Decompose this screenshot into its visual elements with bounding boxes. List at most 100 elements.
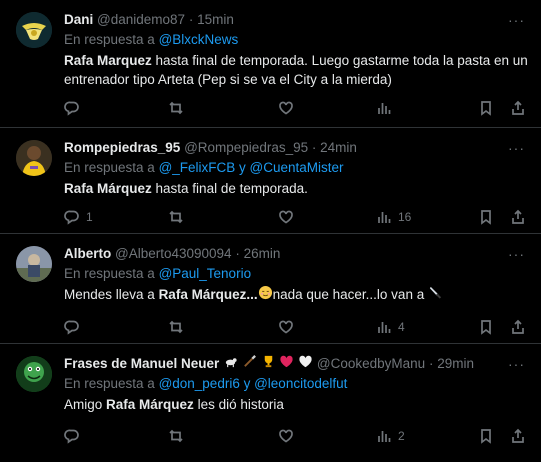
share-button[interactable] bbox=[510, 317, 526, 337]
mention-link[interactable]: @leoncitodelfut bbox=[254, 376, 347, 391]
white-heart-emoji bbox=[298, 354, 313, 375]
bookmark-button[interactable] bbox=[478, 317, 494, 337]
like-icon bbox=[279, 210, 293, 224]
views-button[interactable]: 16 bbox=[376, 207, 411, 227]
views-icon bbox=[378, 212, 391, 223]
share-icon bbox=[512, 319, 524, 334]
share-icon bbox=[512, 428, 524, 443]
reply-conjunction: y bbox=[239, 376, 255, 391]
author-handle[interactable]: @CookedbyManu bbox=[317, 356, 425, 371]
timestamp[interactable]: 15min bbox=[197, 12, 234, 27]
views-icon bbox=[378, 431, 391, 442]
like-icon bbox=[279, 320, 293, 334]
goat-emoji bbox=[223, 354, 238, 375]
separator-dot: · bbox=[235, 246, 240, 261]
retweet-icon bbox=[169, 101, 183, 115]
reply-button[interactable] bbox=[64, 98, 86, 118]
avatar[interactable] bbox=[16, 356, 52, 392]
reply-context: En respuesta a @_FelixFCB y @CuentaMiste… bbox=[64, 158, 531, 178]
like-icon bbox=[279, 101, 293, 115]
like-button[interactable] bbox=[278, 426, 300, 446]
reply-icon bbox=[64, 210, 79, 225]
red-heart-emoji bbox=[279, 354, 294, 375]
author-name[interactable]: Rompepiedras_95 bbox=[64, 140, 180, 155]
timestamp[interactable]: 24min bbox=[320, 140, 357, 155]
mention-link[interactable]: @Paul_Tenorio bbox=[159, 266, 252, 281]
bookmark-button[interactable] bbox=[478, 98, 494, 118]
bookmark-button[interactable] bbox=[478, 207, 494, 227]
share-icon bbox=[512, 209, 524, 224]
retweet-button[interactable] bbox=[168, 98, 190, 118]
retweet-button[interactable] bbox=[168, 207, 190, 227]
views-count: 2 bbox=[398, 429, 405, 443]
views-button[interactable] bbox=[376, 98, 398, 118]
author-handle[interactable]: @Rompepiedras_95 bbox=[184, 140, 308, 155]
tweet-header: Rompepiedras_95 @Rompepiedras_95 · 24min bbox=[64, 138, 531, 158]
tweet-text: Amigo Rafa Márquez les dió historia bbox=[64, 395, 531, 414]
share-button[interactable] bbox=[510, 426, 526, 446]
tweet[interactable]: Dani @danidemo87 · 15min ··· En respuest… bbox=[0, 0, 541, 128]
more-icon[interactable]: ··· bbox=[508, 12, 525, 28]
action-bar: 4 bbox=[64, 317, 527, 337]
like-button[interactable] bbox=[278, 207, 300, 227]
reply-prefix: En respuesta a bbox=[64, 266, 159, 281]
tweet-text: Mendes lleva a Rafa Márquez... nada que h… bbox=[64, 285, 531, 305]
reply-button[interactable] bbox=[64, 426, 86, 446]
like-icon bbox=[279, 429, 293, 443]
retweet-icon bbox=[169, 320, 183, 334]
more-icon[interactable]: ··· bbox=[508, 356, 525, 372]
tweet-text-content: hasta final de temporada. bbox=[151, 181, 308, 196]
reply-context: En respuesta a @don_pedri6 y @leoncitode… bbox=[64, 374, 531, 394]
tweet-header: Alberto @Alberto43090094 · 26min bbox=[64, 244, 531, 264]
bookmark-button[interactable] bbox=[478, 426, 494, 446]
reply-feed: Dani @danidemo87 · 15min ··· En respuest… bbox=[0, 0, 541, 462]
mention-link[interactable]: @_FelixFCB bbox=[159, 160, 236, 175]
views-button[interactable]: 4 bbox=[376, 317, 405, 337]
avatar[interactable] bbox=[16, 246, 52, 282]
reply-icon bbox=[64, 101, 79, 116]
tweet-text-content: les dió historia bbox=[193, 397, 284, 412]
tweet-text-lead: Amigo bbox=[64, 397, 107, 412]
views-button[interactable]: 2 bbox=[376, 426, 405, 446]
mention-link[interactable]: @CuentaMister bbox=[250, 160, 344, 175]
mention-link[interactable]: @BlxckNews bbox=[159, 32, 239, 47]
timestamp[interactable]: 29min bbox=[437, 356, 474, 371]
tweet-body: Rompepiedras_95 @Rompepiedras_95 · 24min… bbox=[64, 138, 531, 198]
knife-emoji bbox=[428, 285, 443, 305]
reply-button[interactable] bbox=[64, 317, 86, 337]
highlighted-term: Rafa Márquez bbox=[106, 397, 194, 412]
share-button[interactable] bbox=[510, 98, 526, 118]
bookmark-icon bbox=[481, 101, 491, 116]
more-icon[interactable]: ··· bbox=[508, 140, 525, 156]
avatar[interactable] bbox=[16, 140, 52, 176]
author-name[interactable]: Frases de Manuel Neuer bbox=[64, 356, 219, 371]
tweet-text-lead: Mendes lleva a bbox=[64, 287, 159, 302]
author-handle[interactable]: @Alberto43090094 bbox=[115, 246, 232, 261]
author-handle[interactable]: @danidemo87 bbox=[97, 12, 185, 27]
timestamp[interactable]: 26min bbox=[244, 246, 281, 261]
like-button[interactable] bbox=[278, 98, 300, 118]
reply-icon bbox=[64, 320, 79, 335]
author-name[interactable]: Dani bbox=[64, 12, 93, 27]
author-name[interactable]: Alberto bbox=[64, 246, 111, 261]
share-button[interactable] bbox=[510, 207, 526, 227]
tweet-body: Frases de Manuel Neuer @CookedbyManu · 2… bbox=[64, 354, 531, 414]
retweet-button[interactable] bbox=[168, 426, 190, 446]
tweet[interactable]: Alberto @Alberto43090094 · 26min ··· En … bbox=[0, 234, 541, 344]
share-icon bbox=[512, 100, 524, 115]
more-icon[interactable]: ··· bbox=[508, 246, 525, 262]
tweet[interactable]: Rompepiedras_95 @Rompepiedras_95 · 24min… bbox=[0, 128, 541, 234]
avatar[interactable] bbox=[16, 12, 52, 48]
tweet-text: Rafa Marquez hasta final de temporada. L… bbox=[64, 51, 531, 89]
like-button[interactable] bbox=[278, 317, 300, 337]
highlighted-term: Rafa Márquez bbox=[64, 181, 152, 196]
reply-prefix: En respuesta a bbox=[64, 376, 159, 391]
tweet-text: Rafa Márquez hasta final de temporada. bbox=[64, 179, 531, 198]
highlighted-term: Rafa Marquez bbox=[64, 53, 152, 68]
retweet-button[interactable] bbox=[168, 317, 190, 337]
reply-button[interactable]: 1 bbox=[64, 207, 93, 227]
separator-dot: · bbox=[188, 12, 194, 27]
tweet[interactable]: Frases de Manuel Neuer @CookedbyManu · 2… bbox=[0, 344, 541, 462]
mention-link[interactable]: @don_pedri6 bbox=[159, 376, 240, 391]
separator-dot: · bbox=[428, 356, 434, 372]
